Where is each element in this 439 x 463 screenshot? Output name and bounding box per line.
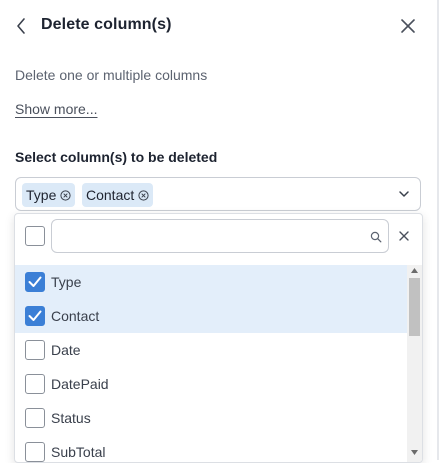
scroll-up-arrow-icon[interactable] bbox=[411, 268, 418, 273]
back-button[interactable] bbox=[12, 15, 32, 37]
option-label: DatePaid bbox=[51, 376, 109, 392]
option-datepaid[interactable]: DatePaid bbox=[15, 367, 407, 401]
panel-title: Delete column(s) bbox=[41, 16, 172, 33]
option-contact[interactable]: Contact bbox=[15, 299, 407, 333]
option-label: SubTotal bbox=[51, 444, 106, 460]
close-icon bbox=[401, 19, 415, 33]
option-label: Date bbox=[51, 342, 81, 358]
dropdown-search bbox=[51, 219, 389, 253]
search-icon bbox=[370, 231, 382, 243]
selected-chip-contact: Contact bbox=[82, 183, 154, 207]
clear-icon[interactable] bbox=[399, 231, 409, 241]
show-more-link[interactable]: Show more... bbox=[15, 101, 97, 117]
check-icon bbox=[28, 276, 42, 287]
option-subtotal[interactable]: SubTotal bbox=[15, 435, 407, 462]
chevron-left-icon bbox=[17, 18, 25, 34]
description-text: Delete one or multiple columns bbox=[15, 67, 208, 83]
columns-dropdown: Type Contact Date DatePaid Status SubTot… bbox=[14, 213, 423, 463]
option-checkbox[interactable] bbox=[25, 272, 45, 292]
option-checkbox[interactable] bbox=[25, 374, 45, 394]
option-type[interactable]: Type bbox=[15, 265, 407, 299]
option-label: Type bbox=[51, 274, 82, 290]
columns-field-label: Select column(s) to be deleted bbox=[15, 149, 218, 165]
option-date[interactable]: Date bbox=[15, 333, 407, 367]
close-button[interactable] bbox=[398, 16, 418, 36]
selected-chip-type: Type bbox=[22, 183, 76, 207]
columns-multiselect[interactable]: Type Contact bbox=[15, 177, 421, 211]
options-list: Type Contact Date DatePaid Status SubTot… bbox=[15, 265, 407, 462]
option-label: Contact bbox=[51, 308, 100, 324]
option-checkbox[interactable] bbox=[25, 306, 45, 326]
chip-label: Contact bbox=[86, 187, 135, 203]
option-checkbox[interactable] bbox=[25, 340, 45, 360]
options-scrollbar[interactable] bbox=[407, 265, 422, 462]
scrollbar-thumb[interactable] bbox=[409, 278, 420, 336]
scroll-down-arrow-icon[interactable] bbox=[411, 450, 418, 455]
select-all-checkbox[interactable] bbox=[25, 226, 45, 246]
chevron-down-icon[interactable] bbox=[398, 189, 410, 199]
check-icon bbox=[28, 310, 42, 321]
panel-header: Delete column(s) bbox=[0, 0, 437, 52]
option-label: Status bbox=[51, 410, 91, 426]
option-checkbox[interactable] bbox=[25, 408, 45, 428]
remove-chip-icon[interactable] bbox=[138, 190, 149, 201]
option-status[interactable]: Status bbox=[15, 401, 407, 435]
chip-label: Type bbox=[26, 187, 57, 203]
option-checkbox[interactable] bbox=[25, 442, 45, 462]
dropdown-search-input[interactable] bbox=[60, 224, 364, 250]
remove-chip-icon[interactable] bbox=[60, 190, 71, 201]
